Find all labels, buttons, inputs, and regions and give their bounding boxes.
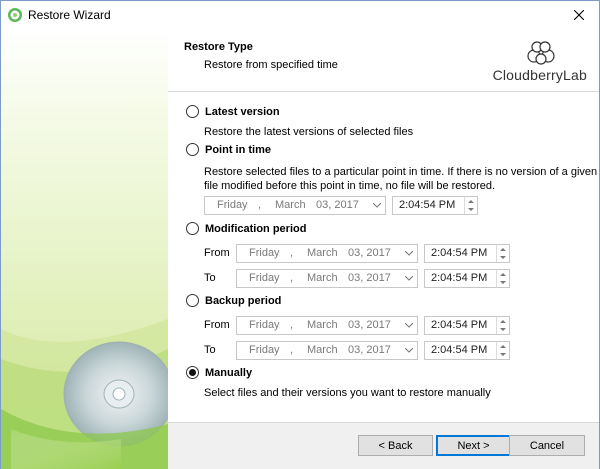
modification-from-time[interactable]: 2:04:54 PM — [424, 244, 510, 263]
time-text: 2:04:54 PM — [399, 199, 456, 211]
modification-from-label: From — [204, 247, 230, 259]
logo-text: CloudberryLab — [492, 67, 587, 83]
back-button[interactable]: < Back — [358, 435, 433, 456]
radio-button[interactable] — [186, 294, 199, 307]
spinner-icon[interactable] — [496, 245, 509, 262]
backup-from-date[interactable]: Friday , March 03, 2017 — [236, 316, 418, 335]
point-description-line1: Restore selected files to a particular p… — [204, 166, 598, 178]
day-year-text: 03, 2017 — [316, 199, 359, 211]
spinner-icon[interactable] — [496, 342, 509, 359]
modification-to-time[interactable]: 2:04:54 PM — [424, 269, 510, 288]
title-bar: Restore Wizard — [1, 1, 599, 29]
weekday-text: Friday — [249, 247, 280, 259]
date-separator: , — [290, 319, 294, 331]
modification-to-label: To — [204, 272, 216, 284]
time-text: 2:04:54 PM — [431, 319, 488, 331]
spinner-icon[interactable] — [464, 197, 477, 214]
close-button[interactable] — [559, 1, 599, 29]
time-text: 2:04:54 PM — [431, 344, 488, 356]
radio-label-latest: Latest version — [205, 105, 280, 118]
close-icon — [574, 10, 584, 20]
restore-options-panel: Latest version Restore the latest versio… — [168, 92, 599, 423]
month-text: March — [307, 247, 338, 259]
date-separator: , — [290, 344, 294, 356]
day-year-text: 03, 2017 — [348, 272, 391, 284]
radio-label-point: Point in time — [205, 143, 271, 156]
date-separator: , — [258, 199, 262, 211]
date-separator: , — [290, 247, 294, 259]
radio-modification-period[interactable]: Modification period — [186, 222, 306, 235]
modification-to-date[interactable]: Friday , March 03, 2017 — [236, 269, 418, 288]
month-text: March — [307, 272, 338, 284]
chevron-down-icon[interactable] — [401, 317, 417, 334]
wizard-header: Restore Type Restore from specified time… — [168, 29, 599, 91]
wizard-sidebar-graphic — [1, 29, 168, 469]
manual-description: Select files and their versions you want… — [204, 387, 491, 399]
point-description-line2: file modified before this point in time,… — [204, 180, 496, 192]
chevron-down-icon[interactable] — [401, 270, 417, 287]
chevron-down-icon[interactable] — [369, 197, 385, 214]
latest-description: Restore the latest versions of selected … — [204, 126, 414, 138]
point-date-picker[interactable]: Friday , March 03, 2017 — [204, 196, 386, 215]
chevron-down-icon[interactable] — [401, 245, 417, 262]
month-text: March — [307, 344, 338, 356]
weekday-text: Friday — [249, 272, 280, 284]
radio-button[interactable] — [186, 222, 199, 235]
chevron-down-icon[interactable] — [401, 342, 417, 359]
window-title: Restore Wizard — [28, 8, 111, 22]
weekday-text: Friday — [249, 319, 280, 331]
spinner-icon[interactable] — [496, 317, 509, 334]
time-text: 2:04:54 PM — [431, 247, 488, 259]
month-text: March — [275, 199, 306, 211]
radio-button[interactable] — [186, 143, 199, 156]
modification-from-date[interactable]: Friday , March 03, 2017 — [236, 244, 418, 263]
month-text: March — [307, 319, 338, 331]
time-text: 2:04:54 PM — [431, 272, 488, 284]
radio-button[interactable] — [186, 366, 199, 379]
day-year-text: 03, 2017 — [348, 247, 391, 259]
spinner-icon[interactable] — [496, 270, 509, 287]
point-time-picker[interactable]: 2:04:54 PM — [392, 196, 478, 215]
date-separator: , — [290, 272, 294, 284]
cancel-button[interactable]: Cancel — [509, 435, 585, 456]
radio-label-manually: Manually — [205, 366, 253, 379]
page-subtitle: Restore from specified time — [204, 59, 338, 71]
radio-label-backup: Backup period — [205, 294, 282, 307]
wizard-footer: < Back Next > Cancel — [168, 423, 599, 469]
radio-backup-period[interactable]: Backup period — [186, 294, 281, 307]
radio-latest-version[interactable]: Latest version — [186, 105, 280, 118]
radio-manually[interactable]: Manually — [186, 366, 252, 379]
backup-to-time[interactable]: 2:04:54 PM — [424, 341, 510, 360]
next-button[interactable]: Next > — [436, 435, 511, 456]
radio-label-modification: Modification period — [205, 222, 307, 235]
backup-to-date[interactable]: Friday , March 03, 2017 — [236, 341, 418, 360]
radio-point-in-time[interactable]: Point in time — [186, 143, 271, 156]
day-year-text: 03, 2017 — [348, 319, 391, 331]
weekday-text: Friday — [217, 199, 248, 211]
radio-button[interactable] — [186, 105, 199, 118]
backup-to-label: To — [204, 344, 216, 356]
weekday-text: Friday — [249, 344, 280, 356]
restore-wizard-window: Restore Wizard Restore Type Restore from… — [0, 0, 600, 469]
backup-from-time[interactable]: 2:04:54 PM — [424, 316, 510, 335]
day-year-text: 03, 2017 — [348, 344, 391, 356]
page-title: Restore Type — [184, 41, 253, 53]
cloudberry-app-icon — [8, 8, 22, 22]
cd-disc-graphic — [1, 319, 168, 469]
backup-from-label: From — [204, 319, 230, 331]
